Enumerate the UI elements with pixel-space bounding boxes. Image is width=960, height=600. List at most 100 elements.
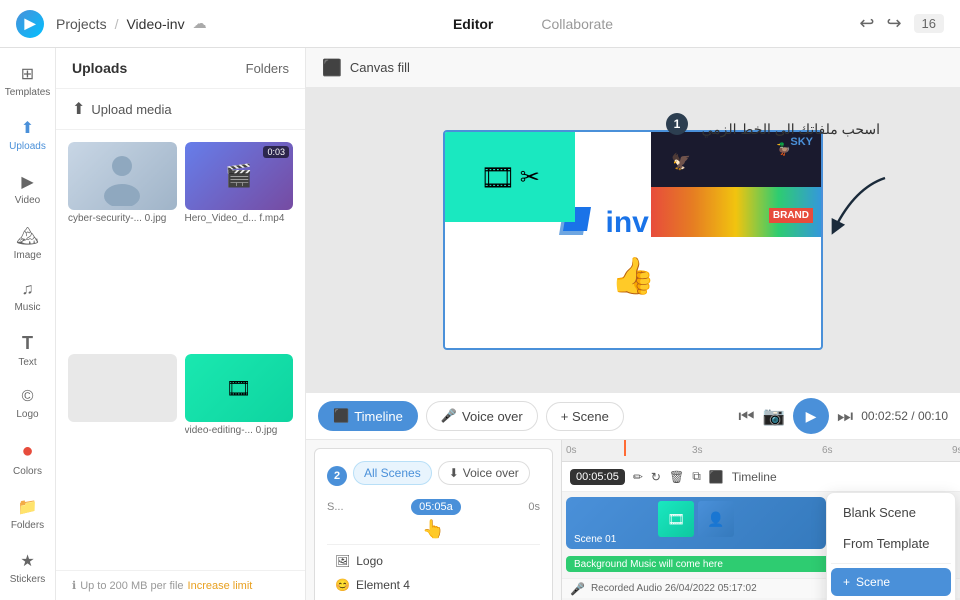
- increase-limit-link[interactable]: Increase limit: [188, 580, 253, 592]
- media-item[interactable]: [68, 354, 177, 558]
- scene-s-label: S...: [327, 501, 344, 513]
- all-scenes-button[interactable]: All Scenes: [353, 461, 432, 485]
- scene-01-label: Scene 01: [574, 534, 616, 545]
- media-item[interactable]: 🎞 video-editing-... 0.jpg: [185, 354, 294, 558]
- music-label: Background Music will come here: [574, 559, 723, 570]
- sidebar-item-video[interactable]: ▶ Video: [4, 164, 52, 214]
- sidebar-item-uploads[interactable]: ⬆ Uploads: [4, 110, 52, 160]
- media-thumbnail: [68, 142, 177, 210]
- tab-editor[interactable]: Editor: [445, 12, 501, 36]
- header: ▶ Projects / Video-inv ☁ Editor Collabor…: [0, 0, 960, 48]
- camera-button[interactable]: 📷: [763, 406, 785, 427]
- media-thumbnail: 🎞: [185, 354, 294, 422]
- voiceover-popup-label: Voice over: [463, 466, 519, 480]
- hand-cursor-icon: 👆: [327, 519, 540, 540]
- copy-icon[interactable]: ⧉: [692, 469, 701, 484]
- sidebar-item-logo[interactable]: © Logo: [4, 380, 52, 428]
- add-scene-menu-button[interactable]: + Scene: [831, 568, 951, 596]
- media-item[interactable]: cyber-security-... 0.jpg: [68, 142, 177, 346]
- add-scene-button[interactable]: + Scene: [546, 402, 624, 431]
- header-actions: ↩ ↪ 16: [859, 13, 944, 34]
- sidebar-item-label-stickers: Stickers: [10, 574, 46, 585]
- voiceover-button[interactable]: 🎤 Voice over: [426, 401, 538, 431]
- media-label: cyber-security-... 0.jpg: [68, 213, 177, 224]
- sidebar-item-folders[interactable]: 📁 Folders: [4, 489, 52, 539]
- folders-icon: 📁: [18, 497, 38, 517]
- scene-list-item[interactable]: 🖼 Logo: [327, 549, 540, 573]
- voiceover-popup-button[interactable]: ⬇ Voice over: [438, 461, 530, 485]
- nav-separator: /: [115, 16, 119, 32]
- ruler-tick-0: 0s: [566, 445, 577, 456]
- sidebar-item-colors[interactable]: ● Colors: [4, 432, 52, 485]
- uploads-header: Uploads Folders: [56, 48, 305, 89]
- page-number: 16: [914, 14, 944, 33]
- sidebar-item-label-templates: Templates: [5, 87, 51, 98]
- sidebar-item-image[interactable]: 🏔 Image: [4, 218, 52, 269]
- download-icon: ⬇: [449, 466, 459, 480]
- video-thumb-icon: 🎬: [225, 163, 252, 189]
- scene-controls-bar: 00:05:05 ✏ ↻ 🗑 ⧉ ⬛ Timeline: [562, 462, 960, 492]
- colors-icon: ●: [21, 440, 33, 463]
- delete-icon[interactable]: 🗑: [669, 470, 684, 484]
- edit-icon[interactable]: ✏: [633, 470, 643, 484]
- info-icon: ℹ: [72, 579, 76, 592]
- sidebar-item-label-music: Music: [14, 302, 40, 313]
- person-silhouette-icon: [92, 146, 152, 206]
- mic-small-icon: 🎤: [570, 582, 585, 596]
- media-grid: cyber-security-... 0.jpg 🎬 0:03 Hero_Vid…: [56, 130, 305, 570]
- upload-limit-bar: ℹ Up to 200 MB per file Increase limit: [56, 570, 305, 600]
- scene-01-block[interactable]: 🎞 👤 Scene 01: [566, 497, 826, 549]
- sidebar-item-label-text: Text: [18, 357, 36, 368]
- sidebar-item-text[interactable]: T Text: [4, 325, 52, 376]
- mic-icon: 🎤: [441, 408, 457, 424]
- folders-button[interactable]: Folders: [246, 61, 289, 76]
- sidebar-item-label-uploads: Uploads: [9, 141, 46, 152]
- redo-button[interactable]: ↪: [886, 13, 901, 34]
- music-icon: ♫: [22, 281, 34, 299]
- refresh-icon[interactable]: ↻: [651, 470, 661, 484]
- breadcrumb: Projects / Video-inv ☁: [56, 15, 207, 32]
- video-name[interactable]: Video-inv: [126, 16, 184, 32]
- timeline-bar: ⬛ Timeline 🎤 Voice over + Scene ⏮ 📷 ▶ ⏭ …: [306, 392, 960, 440]
- skip-back-button[interactable]: ⏮: [738, 406, 754, 427]
- sidebar-item-stickers[interactable]: ★ Stickers: [4, 543, 52, 593]
- upload-media-button[interactable]: ⬆ Upload media: [56, 89, 305, 130]
- blank-scene-menu-item[interactable]: Blank Scene: [831, 497, 951, 528]
- playhead: [624, 440, 626, 456]
- sidebar-item-music[interactable]: ♫ Music: [4, 273, 52, 321]
- arabic-text: اسحب ملفاتك الى الخط الزمي: [702, 118, 881, 140]
- projects-link[interactable]: Projects: [56, 16, 107, 32]
- scene-timeline-icon[interactable]: ⬛: [709, 470, 724, 484]
- skip-forward-button[interactable]: ⏭: [837, 406, 853, 427]
- tab-collaborate[interactable]: Collaborate: [533, 12, 621, 36]
- from-template-menu-item[interactable]: From Template: [831, 528, 951, 559]
- text-icon: T: [22, 333, 33, 354]
- duration-row: S... 05:05a 0s: [327, 499, 540, 515]
- timeline-ruler: 0s 3s 6s 9s 12s: [562, 440, 960, 462]
- badge-2: 2: [327, 466, 347, 486]
- sidebar-item-label-image: Image: [14, 250, 42, 261]
- media-label: Hero_Video_d... f.mp4: [185, 213, 294, 224]
- canvas-fill-bar: ⬛ Canvas fill: [306, 48, 960, 88]
- play-button[interactable]: ▶: [793, 398, 829, 434]
- plus-icon: +: [843, 575, 850, 589]
- scene-label: + Scene: [561, 409, 609, 424]
- playback-controls: ⏮ 📷 ▶ ⏭ 00:02:52 / 00:10: [738, 398, 948, 434]
- header-tabs: Editor Collaborate: [219, 12, 848, 36]
- divider: [327, 544, 540, 545]
- undo-button[interactable]: ↩: [859, 13, 874, 34]
- film-icon: 🎞: [226, 376, 251, 401]
- scene-01-thumb-row: 🎞 👤: [658, 501, 734, 537]
- scene-list-item[interactable]: 😊 Element 4: [327, 573, 540, 597]
- app-logo[interactable]: ▶: [16, 10, 44, 38]
- sidebar-item-templates[interactable]: ⊞ Templates: [4, 56, 52, 106]
- seconds-label: 0s: [528, 501, 540, 513]
- media-item[interactable]: 🎬 0:03 Hero_Video_d... f.mp4: [185, 142, 294, 346]
- figure-icon: 🦅: [671, 152, 691, 172]
- logo-item-icon: 🖼: [335, 554, 350, 568]
- arabic-instruction: اسحب ملفاتك الى الخط الزمي: [702, 118, 881, 140]
- uploads-title: Uploads: [72, 60, 127, 76]
- sidebar-item-label-colors: Colors: [13, 466, 42, 477]
- timeline-button[interactable]: ⬛ Timeline: [318, 401, 418, 431]
- canvas-fill-label: Canvas fill: [350, 60, 410, 75]
